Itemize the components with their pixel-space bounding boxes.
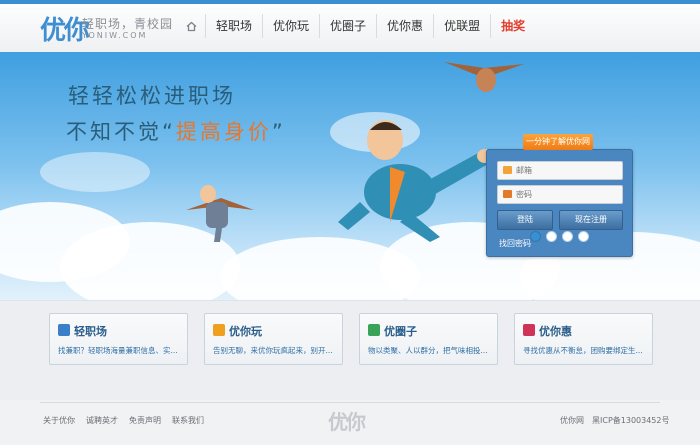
- banner-headline-line2: 不知不觉“提高身价”: [66, 116, 286, 146]
- carousel-dot-1[interactable]: [530, 231, 541, 242]
- footer-link-about[interactable]: 关于优你: [43, 415, 75, 426]
- header-top-line: [0, 0, 700, 4]
- briefcase-icon: [58, 324, 70, 336]
- logo-mark: 优你: [40, 16, 90, 46]
- nav-item-youquanzi[interactable]: 优圈子: [319, 14, 376, 38]
- footer-site-name: 优你网: [560, 416, 584, 425]
- card-younihwan[interactable]: 优你玩 告别无聊，来优你玩疯起来，别开...: [204, 313, 343, 365]
- card-description: 找兼职？轻职场海量兼职信息、实...: [58, 346, 178, 355]
- nav-item-younihui[interactable]: 优你惠: [376, 14, 433, 38]
- carousel-dot-3[interactable]: [562, 231, 573, 242]
- site-logo[interactable]: 优你 轻职场，青校园 YONIW.COM: [40, 10, 180, 46]
- nav-item-younihwan[interactable]: 优你玩: [262, 14, 319, 38]
- email-icon: [503, 166, 512, 174]
- nav-item-youlianmeng[interactable]: 优联盟: [433, 14, 490, 38]
- carousel-dot-2[interactable]: [546, 231, 557, 242]
- site-footer: 关于优你 诚聘英才 免责声明 联系我们 优你 优你网 黑ICP备13003452…: [0, 400, 700, 445]
- flying-businessman-top-illustration: [444, 62, 524, 92]
- footer-divider: [40, 402, 660, 403]
- footer-link-careers[interactable]: 诚聘英才: [86, 415, 118, 426]
- card-title: 优圈子: [384, 325, 417, 338]
- cloud: [40, 152, 150, 192]
- footer-icp[interactable]: 黑ICP备13003452号: [592, 415, 670, 426]
- nav-item-qingzhichang[interactable]: 轻职场: [205, 14, 262, 38]
- footer-logo: 优你: [328, 410, 366, 434]
- login-button[interactable]: 登陆: [497, 210, 553, 230]
- password-field-wrapper: [497, 185, 623, 204]
- feature-cards: 轻职场 找兼职？轻职场海量兼职信息、实... 优你玩 告别无聊，来优你玩疯起来，…: [0, 300, 700, 401]
- forgot-password-link[interactable]: 找回密码: [499, 238, 531, 249]
- footer-link-contact[interactable]: 联系我们: [172, 415, 204, 426]
- nav-item-lottery[interactable]: 抽奖: [490, 14, 535, 38]
- password-field[interactable]: [516, 186, 616, 203]
- headline-suffix: ”: [271, 120, 286, 144]
- hero-banner: 轻轻松松进职场 不知不觉“提高身价” 一分钟了解优你网 登陆 现在: [0, 52, 700, 300]
- logo-slogan: 轻职场，青校园: [82, 17, 174, 31]
- register-button[interactable]: 现在注册: [559, 210, 623, 230]
- site-header: 优你 轻职场，青校园 YONIW.COM 轻职场 优你玩 优圈子 优你惠 优联盟…: [0, 0, 700, 53]
- card-title: 优你惠: [539, 325, 572, 338]
- fun-icon: [213, 324, 225, 336]
- carousel-dot-4[interactable]: [578, 231, 589, 242]
- footer-links: 关于优你 诚聘英才 免责声明 联系我们: [43, 415, 204, 426]
- headline-emphasis: 提高身价: [175, 120, 272, 144]
- main-nav: 轻职场 优你玩 优圈子 优你惠 优联盟 抽奖: [178, 14, 535, 38]
- logo-domain: YONIW.COM: [82, 31, 148, 40]
- headline-prefix: 不知不觉“: [66, 120, 176, 144]
- footer-link-disclaimer[interactable]: 免责声明: [129, 415, 161, 426]
- group-icon: [368, 324, 380, 336]
- flying-businessman-illustration: [338, 120, 493, 242]
- learn-more-tag[interactable]: 一分钟了解优你网: [523, 134, 593, 150]
- footer-info: 优你网 黑ICP备13003452号: [560, 415, 670, 426]
- card-description: 告别无聊，来优你玩疯起来，别开...: [213, 346, 333, 355]
- card-younihui[interactable]: 优你惠 寻找优惠从不衡怠，团购要绑定生...: [514, 313, 653, 365]
- flying-businessman-small-illustration: [186, 185, 254, 242]
- lock-icon: [503, 190, 512, 198]
- card-description: 寻找优惠从不衡怠，团购要绑定生...: [523, 346, 643, 355]
- card-title: 轻职场: [74, 325, 107, 338]
- card-title: 优你玩: [229, 325, 262, 338]
- card-qingzhichang[interactable]: 轻职场 找兼职？轻职场海量兼职信息、实...: [49, 313, 188, 365]
- nav-home[interactable]: [178, 14, 205, 38]
- home-icon: [186, 21, 197, 32]
- email-field[interactable]: [516, 162, 616, 179]
- card-youquanzi[interactable]: 优圈子 物以类聚、人以群分，把气味相投...: [359, 313, 498, 365]
- banner-headline-line1: 轻轻松松进职场: [68, 84, 236, 108]
- carousel-indicators: [530, 231, 589, 242]
- email-field-wrapper: [497, 161, 623, 180]
- card-description: 物以类聚、人以群分，把气味相投...: [368, 346, 488, 355]
- tag-icon: [523, 324, 535, 336]
